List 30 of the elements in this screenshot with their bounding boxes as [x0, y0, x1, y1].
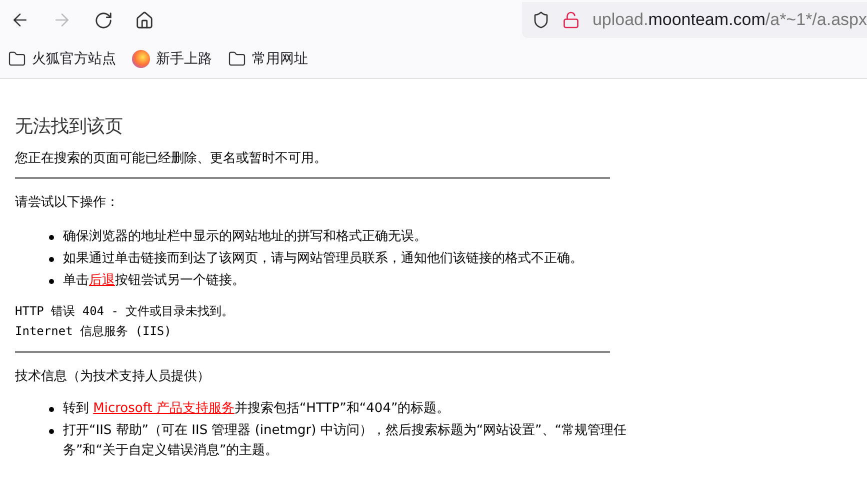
- insecure-lock-icon: [562, 11, 580, 29]
- link[interactable]: 后退: [89, 273, 115, 288]
- page-title: 无法找到该页: [15, 115, 124, 139]
- list-item-text: 确保浏览器的地址栏中显示的网站地址的拼写和格式正确无误。: [63, 228, 427, 246]
- bullet-icon: [49, 235, 54, 240]
- error-text: HTTP 错误 404 - 文件或目录未找到。: [15, 303, 235, 320]
- bullet-icon: [49, 257, 54, 262]
- address-bar[interactable]: upload.moonteam.com/a*~1*/a.aspx: [522, 2, 867, 38]
- server-text: Internet 信息服务 (IIS): [15, 323, 172, 340]
- section-heading: 技术信息（为技术支持人员提供）: [15, 368, 211, 386]
- folder-icon: [8, 50, 26, 68]
- link[interactable]: Microsoft 产品支持服务: [93, 401, 234, 416]
- bullet-icon: [49, 429, 54, 434]
- list-item-text: 打开“IIS 帮助”（可在 IIS 管理器 (inetmgr) 中访问），然后搜索标题为“网站设置”、“常规管理任务”和“关于自定义错误消息”的主题。: [63, 422, 628, 460]
- bookmark-item[interactable]: 常用网址: [222, 45, 314, 73]
- bookmark-item[interactable]: 新手上路: [126, 45, 218, 73]
- browser-logo-icon: [132, 50, 150, 68]
- url-text: upload.moonteam.com/a*~1*/a.aspx: [592, 9, 867, 32]
- section-heading: 请尝试以下操作：: [15, 194, 120, 212]
- bullet-icon: [49, 279, 54, 284]
- list-item-text: 转到 Microsoft 产品支持服务并搜索包括“HTTP”和“404”的标题。: [63, 400, 450, 418]
- intro-text: 您正在搜索的页面可能已经删除、更名或暂时不可用。: [15, 150, 328, 168]
- shield-icon: [532, 11, 550, 29]
- reload-icon[interactable]: [94, 10, 113, 30]
- bullet-icon: [49, 407, 54, 412]
- bookmark-item[interactable]: 火狐官方站点: [2, 45, 122, 73]
- folder-icon: [228, 50, 246, 68]
- list-item-text: 如果通过单击链接而到达了该网页，请与网站管理员联系，通知他们该链接的格式不正确。: [63, 250, 583, 268]
- home-icon[interactable]: [135, 10, 154, 30]
- list-item-text: 单击后退按钮尝试另一个链接。: [63, 272, 245, 290]
